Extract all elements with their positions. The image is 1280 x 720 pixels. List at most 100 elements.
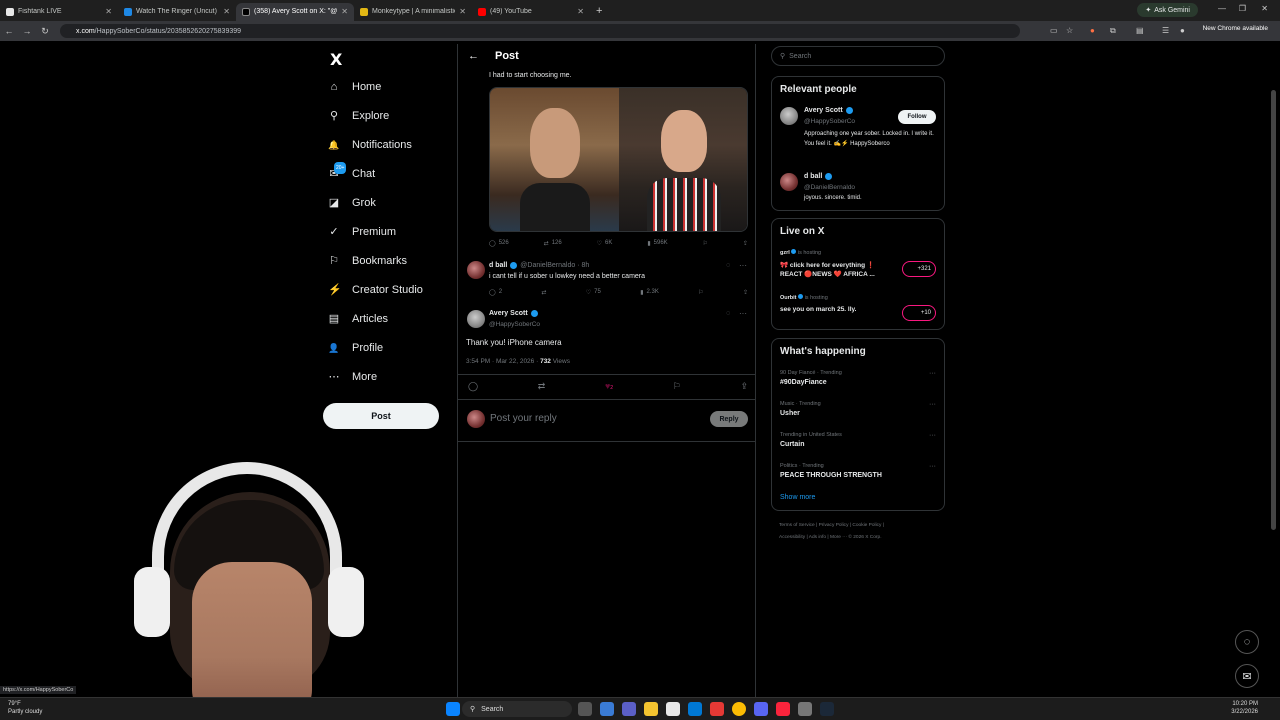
search-input[interactable]: ⚲ Search: [771, 46, 945, 66]
avatar[interactable]: [467, 261, 485, 279]
like-action[interactable]: ♥2: [605, 381, 613, 392]
live-listener-count[interactable]: +10: [902, 305, 936, 321]
post-media[interactable]: [489, 87, 748, 232]
like-action[interactable]: ♡ 75: [586, 289, 601, 296]
avatar[interactable]: [467, 310, 485, 328]
grok-fab-icon[interactable]: ◌: [1235, 630, 1259, 654]
close-icon[interactable]: ✕: [341, 7, 348, 16]
nav-grok[interactable]: ◪ Grok: [328, 197, 376, 209]
nav-premium[interactable]: ✓ Premium: [328, 226, 396, 238]
back-icon[interactable]: ←: [0, 26, 18, 36]
footer-links[interactable]: Terms of Service | Privacy Policy | Cook…: [779, 523, 884, 528]
taskbar-clock[interactable]: 10:20 PM 3/22/2026: [1231, 700, 1258, 716]
browser-tab-active[interactable]: (358) Avery Scott on X: "@Dan✕: [236, 2, 354, 21]
live-title[interactable]: 🎀 click here for everything ❗ REACT 🔴NEW…: [780, 261, 895, 279]
window-close-icon[interactable]: ✕: [1261, 4, 1268, 13]
views-action[interactable]: ▮ 596K: [647, 240, 667, 247]
person-name[interactable]: Avery Scott: [804, 107, 853, 114]
chat-fab-icon[interactable]: ✉: [1235, 664, 1259, 688]
browser-tab[interactable]: Watch The Ringer (Uncut) | Pri✕: [118, 3, 236, 21]
reply-icon[interactable]: ◯: [468, 381, 478, 392]
live-listener-count[interactable]: +321: [902, 261, 936, 277]
reply-action[interactable]: ◯ 2: [489, 289, 502, 296]
discord-icon[interactable]: [754, 702, 768, 716]
browser-tab[interactable]: Monkeytype | A minimalistic, c✕: [354, 3, 472, 21]
live-host[interactable]: gzrl is hosting: [780, 249, 821, 256]
back-arrow-icon[interactable]: ←: [468, 50, 479, 62]
puzzle-icon[interactable]: ⧉: [1110, 26, 1116, 36]
live-host[interactable]: Ourbit is hosting: [780, 294, 828, 301]
footer-links[interactable]: Accessibility | Ads info | More ··· © 20…: [779, 535, 882, 540]
more-options-icon[interactable]: ···: [929, 463, 936, 470]
weather-widget[interactable]: 79°F Partly cloudy: [8, 700, 42, 716]
ask-gemini-button[interactable]: ✦ Ask Gemini: [1137, 3, 1198, 17]
close-icon[interactable]: ✕: [459, 7, 466, 16]
extension-icon[interactable]: ●: [1090, 26, 1095, 35]
avatar[interactable]: [780, 107, 798, 125]
reply-author[interactable]: d ball @DanielBernaldo · 8h: [489, 262, 589, 269]
share-icon[interactable]: ⇪: [743, 289, 748, 296]
close-icon[interactable]: ✕: [223, 7, 230, 16]
taskbar-search[interactable]: ⚲ Search: [462, 701, 572, 717]
show-more-link[interactable]: Show more: [780, 494, 815, 501]
minimize-icon[interactable]: —: [1218, 4, 1226, 13]
compose-post-button[interactable]: Post: [323, 403, 439, 429]
file-explorer-icon[interactable]: [644, 702, 658, 716]
nav-chat[interactable]: ✉ 20+ Chat: [328, 162, 375, 180]
follow-button[interactable]: Follow: [898, 110, 936, 124]
browser-tab[interactable]: (49) YouTube ✕: [472, 3, 590, 21]
avatar[interactable]: [780, 173, 798, 191]
nav-notifications[interactable]: 🔔 Notifications: [328, 139, 412, 151]
reply-input[interactable]: Post your reply: [490, 413, 557, 424]
reply-button[interactable]: Reply: [710, 411, 748, 427]
profile-avatar-icon[interactable]: ●: [1180, 26, 1185, 35]
cast-icon[interactable]: ▭: [1050, 26, 1058, 35]
views-action[interactable]: ▮ 2.3K: [640, 289, 659, 296]
nav-articles[interactable]: ▤ Articles: [328, 313, 388, 325]
music-icon[interactable]: [776, 702, 790, 716]
steam-icon[interactable]: [820, 702, 834, 716]
nav-bookmarks[interactable]: ⚐ Bookmarks: [328, 255, 407, 267]
nav-explore[interactable]: ⚲ Explore: [328, 110, 389, 122]
close-icon[interactable]: ✕: [105, 7, 112, 16]
grok-icon[interactable]: ◌: [726, 310, 730, 317]
live-title[interactable]: see you on march 25. lly.: [780, 306, 856, 313]
more-options-icon[interactable]: ···: [739, 261, 747, 270]
app-icon[interactable]: [710, 702, 724, 716]
main-post-author[interactable]: Avery Scott: [489, 310, 538, 317]
windows-start-icon[interactable]: [446, 702, 460, 716]
forward-icon[interactable]: →: [18, 26, 36, 36]
x-logo[interactable]: X: [330, 50, 342, 69]
trend-item[interactable]: Usher: [780, 410, 800, 417]
person-name[interactable]: d ball: [804, 173, 833, 180]
new-chrome-button[interactable]: New Chrome available: [1203, 25, 1268, 32]
share-icon[interactable]: ⇪: [740, 381, 748, 392]
browser-tab[interactable]: Fishtank LIVE ✕: [0, 3, 118, 21]
repost-icon[interactable]: ⇄: [541, 289, 546, 296]
settings-icon[interactable]: [798, 702, 812, 716]
trend-item[interactable]: PEACE THROUGH STRENGTH: [780, 472, 882, 479]
repost-icon[interactable]: ⇄: [538, 381, 546, 392]
store-icon[interactable]: [666, 702, 680, 716]
edge-icon[interactable]: [688, 702, 702, 716]
nav-more[interactable]: ⋯ More: [328, 371, 378, 383]
more-options-icon[interactable]: ···: [929, 432, 936, 439]
maximize-icon[interactable]: ❐: [1239, 4, 1246, 13]
more-options-icon[interactable]: ···: [739, 309, 747, 318]
more-options-icon[interactable]: ···: [929, 401, 936, 408]
like-action[interactable]: ♡ 6K: [597, 240, 613, 247]
reply-action[interactable]: ◯ 526: [489, 240, 509, 247]
teams-icon[interactable]: [622, 702, 636, 716]
bookmark-icon[interactable]: ⚐: [703, 240, 708, 247]
new-tab-icon[interactable]: +: [596, 5, 602, 17]
address-bar[interactable]: x.com/HappySoberCo/status/20358526202758…: [60, 24, 1020, 38]
repost-action[interactable]: ⇄ 126: [544, 240, 562, 247]
chrome-icon[interactable]: [732, 702, 746, 716]
trend-item[interactable]: Curtain: [780, 441, 805, 448]
share-icon[interactable]: ⇪: [743, 240, 748, 247]
nav-creator-studio[interactable]: ⚡ Creator Studio: [328, 284, 423, 296]
star-icon[interactable]: ☆: [1066, 26, 1073, 35]
trend-item[interactable]: #90DayFiance: [780, 379, 827, 386]
sidepanel-icon[interactable]: ▤: [1136, 26, 1144, 35]
more-options-icon[interactable]: ···: [929, 370, 936, 377]
